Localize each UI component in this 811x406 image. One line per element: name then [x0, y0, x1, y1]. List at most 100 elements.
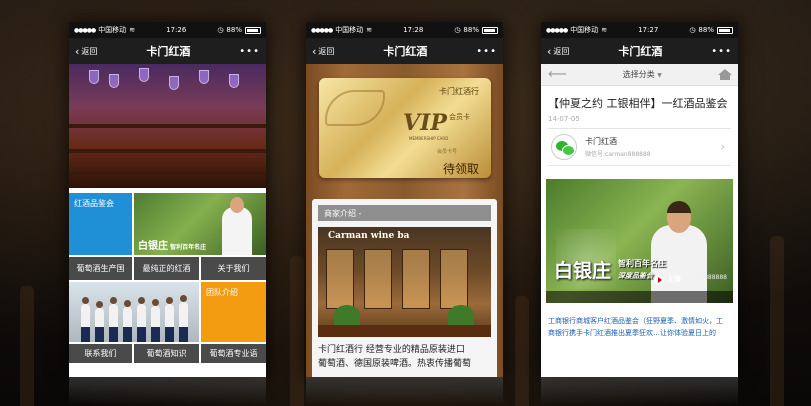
play-icon	[654, 275, 664, 285]
wifi-icon: ≋	[601, 26, 608, 34]
tile-team-intro[interactable]: 团队介绍	[201, 282, 266, 342]
battery-icon	[244, 26, 261, 34]
bg-bottle	[515, 296, 529, 406]
battery-label: 88%	[463, 26, 479, 34]
plant-image	[448, 305, 474, 325]
tile-label: 联系我们	[84, 349, 117, 358]
more-button[interactable]: •••	[476, 46, 497, 57]
tile-label: 葡萄酒知识	[146, 349, 187, 358]
promo-id-text: an888888	[696, 274, 727, 281]
tile-contact-us[interactable]: 联系我们	[69, 344, 132, 363]
tile-wine-tasting[interactable]: 红酒品鉴会	[69, 193, 132, 255]
battery-icon	[716, 26, 733, 34]
vip-member-card[interactable]: 卡门红酒行 VIP 会员卡 MEMBERSHIP CARD 会员卡号 待领取	[319, 78, 491, 178]
status-time: 17:26	[166, 26, 187, 34]
phone-reflection	[306, 377, 503, 406]
menu-tile-grid: 红酒品鉴会 白银庄 智利百年名庄 葡萄酒生产国 最纯正的红酒 关于我们 团队介绍…	[69, 188, 266, 363]
signal-icon: ●●●●●	[546, 26, 568, 34]
person-image	[81, 297, 90, 342]
merchant-intro-panel: 商家介绍 - Carman wine ba 卡门红酒行 经营专业的精品原装进口 …	[312, 199, 497, 377]
back-button[interactable]: ‹ 返回	[75, 45, 97, 58]
person-image	[95, 301, 104, 342]
man-hair-image	[667, 201, 691, 213]
wine-glass-image	[229, 74, 239, 88]
person-image	[165, 297, 174, 342]
phone-article-screen: ●●●●● 中国移动 ≋ 17:27 ◷ 88% ‹ 返回 卡门红酒 ••• ⟵ …	[541, 22, 738, 377]
promo-tasting-text: 深度品鉴会	[618, 272, 653, 280]
tile-wine-terms[interactable]: 葡萄酒专业语	[201, 344, 266, 363]
person-image	[137, 297, 146, 342]
wine-glass-image	[109, 74, 119, 88]
tile-label: 葡萄酒生产国	[76, 264, 125, 273]
wifi-icon: ≋	[129, 26, 136, 34]
wifi-icon: ≋	[366, 26, 373, 34]
person-image	[179, 295, 188, 342]
article-promo-image[interactable]: 白银庄 智利百年名庄 深度品鉴会 上演 an888888	[546, 179, 733, 303]
card-sub-text: MEMBERSHIP CARD	[409, 136, 449, 141]
tile-label: 红酒品鉴会	[74, 199, 114, 208]
chevron-left-icon: ‹	[547, 44, 552, 58]
page-title: 卡门红酒	[146, 45, 191, 58]
article-title: 【仲夏之约 工银相伴】一红酒品鉴会	[548, 97, 728, 110]
store-sign: Carman wine ba	[328, 231, 410, 241]
wechat-account-card[interactable]: 卡门红酒 微信号:carman888888 ›	[548, 128, 731, 166]
tile-about-us[interactable]: 关于我们	[201, 257, 266, 280]
chevron-right-icon: ›	[720, 140, 725, 153]
table-image	[318, 325, 491, 337]
man-image	[222, 207, 252, 255]
article-footer-text[interactable]: 工商银行商城客户红酒品鉴会（狂野夏季、激情如火，工 商银行携手卡门红酒推出夏季狂…	[548, 315, 731, 339]
more-button[interactable]: •••	[711, 46, 732, 57]
more-button[interactable]: •••	[239, 46, 260, 57]
status-bar: ●●●●● 中国移动 ≋ 17:27 ◷ 88%	[541, 22, 738, 38]
team-photo[interactable]	[69, 282, 199, 342]
category-label: 选择分类	[622, 70, 655, 79]
status-time: 17:27	[638, 26, 659, 34]
intro-header[interactable]: 商家介绍 -	[318, 205, 491, 221]
tile-label: 葡萄酒专业语	[209, 349, 258, 358]
card-brand: 卡门红酒行	[439, 87, 479, 96]
phone-member-card-screen: ●●●●● 中国移动 ≋ 17:28 ◷ 88% ‹ 返回 卡门红酒 ••• 卡门…	[306, 22, 503, 377]
wine-glass-image	[89, 70, 99, 84]
nav-bar: ‹ 返回 卡门红酒 •••	[306, 38, 503, 64]
category-dropdown[interactable]: 选择分类 ▼	[623, 69, 662, 80]
promo-live-text: 上演	[667, 275, 681, 283]
home-icon[interactable]	[718, 69, 732, 80]
tile-promo-photo[interactable]: 白银庄 智利百年名庄	[134, 193, 266, 255]
intro-header-label: 商家介绍 -	[324, 208, 362, 218]
promo-big-text: 白银庄	[554, 260, 612, 282]
intro-text-line: 葡萄酒、德国原装啤酒。热衷传播葡萄	[318, 359, 472, 369]
arrow-left-icon[interactable]: ⟵	[548, 67, 567, 82]
battery-icon	[481, 26, 498, 34]
back-label: 返回	[81, 46, 98, 56]
promo-big-text: 白银庄	[138, 241, 168, 252]
phone-home-screen: ●●●●● 中国移动 ≋ 17:26 ◷ 88% ‹ 返回 卡门红酒 ••• 红酒…	[69, 22, 266, 377]
plant-image	[334, 305, 360, 325]
promo-sub-text: 智利百年名庄	[618, 259, 666, 268]
back-button[interactable]: ‹ 返回	[312, 45, 334, 58]
card-claim-status[interactable]: 待领取	[443, 160, 479, 177]
shelf	[69, 172, 266, 176]
page-title: 卡门红酒	[383, 45, 428, 58]
status-bar: ●●●●● 中国移动 ≋ 17:26 ◷ 88%	[69, 22, 266, 38]
card-vip-text: VIP	[403, 110, 447, 136]
window-image	[402, 249, 430, 309]
back-label: 返回	[318, 46, 335, 56]
wine-glass-image	[169, 76, 179, 90]
card-member-label: 会员卡	[449, 113, 470, 121]
tile-label: 团队介绍	[206, 288, 238, 297]
hero-banner-wine-bar[interactable]	[69, 64, 266, 188]
back-button[interactable]: ‹ 返回	[547, 45, 569, 58]
bg-bottle	[770, 236, 784, 406]
window-image	[440, 249, 468, 309]
article-toolbar: ⟵ 选择分类 ▼	[541, 64, 738, 86]
wine-glass-image	[199, 70, 209, 84]
tile-wine-knowledge[interactable]: 葡萄酒知识	[134, 344, 199, 363]
wine-glass-image	[139, 68, 149, 82]
tile-vineyard[interactable]: 葡萄酒生产国	[69, 257, 132, 280]
man-head-image	[230, 197, 244, 213]
caret-down-icon: ▼	[657, 72, 662, 79]
phone-reflection	[69, 377, 266, 406]
tile-pure-wine[interactable]: 最纯正的红酒	[134, 257, 199, 280]
tile-label: 关于我们	[217, 264, 250, 273]
bg-bottle	[20, 286, 34, 406]
